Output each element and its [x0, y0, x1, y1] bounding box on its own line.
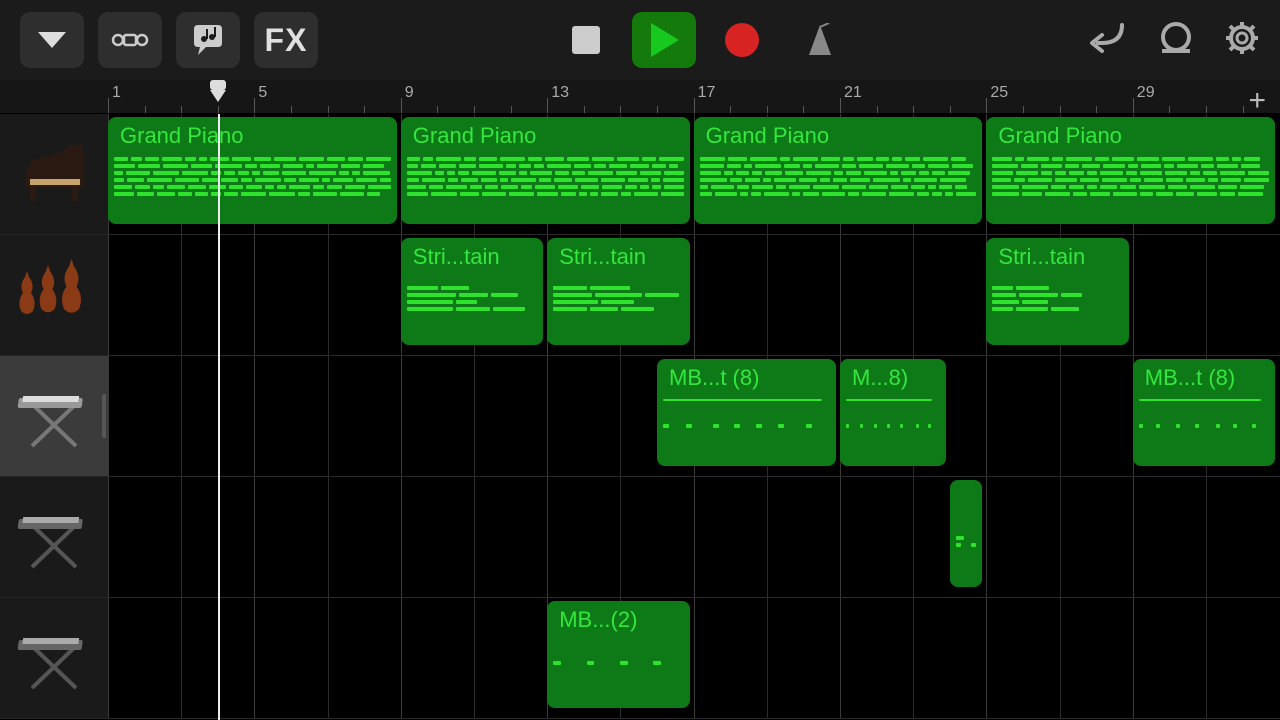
undo-button[interactable]	[1088, 23, 1128, 58]
track-header-keyboard-dark[interactable]	[0, 598, 108, 719]
midi-notes-preview	[992, 157, 1269, 218]
region-label: Grand Piano	[998, 123, 1122, 149]
region-label: MB...t (8)	[1145, 365, 1235, 391]
gear-icon	[1224, 20, 1260, 56]
midi-notes-preview	[663, 399, 830, 460]
midi-notes-preview	[992, 278, 1122, 339]
track-lane[interactable]: MB...t (8) M...8) MB...t (8)	[108, 356, 1280, 477]
loop-button[interactable]	[1158, 21, 1194, 60]
view-icon	[110, 28, 150, 52]
midi-region[interactable]: MB...t (8)	[1133, 359, 1275, 466]
loop-browser-button[interactable]	[176, 12, 240, 68]
tracks-menu-button[interactable]	[20, 12, 84, 68]
metronome-icon	[805, 23, 835, 57]
settings-button[interactable]	[1224, 20, 1260, 61]
undo-icon	[1088, 23, 1128, 53]
midi-notes-preview	[1139, 399, 1269, 460]
record-icon	[725, 23, 759, 57]
add-section-button[interactable]: +	[1248, 84, 1266, 118]
playhead-marker[interactable]	[218, 80, 231, 107]
region-label: Stri...tain	[998, 244, 1085, 270]
midi-region[interactable]: Grand Piano	[694, 117, 983, 224]
midi-notes-preview	[407, 157, 684, 218]
midi-region[interactable]: MB...(2)	[547, 601, 689, 708]
region-label: MB...(2)	[559, 607, 637, 633]
midi-region[interactable]: Grand Piano	[986, 117, 1275, 224]
midi-region[interactable]	[950, 480, 983, 587]
track-lane[interactable]	[108, 477, 1280, 598]
track-lane[interactable]: Stri...tain Stri...tain Stri...tain	[108, 235, 1280, 356]
region-label: Grand Piano	[413, 123, 537, 149]
midi-region[interactable]: Stri...tain	[986, 238, 1128, 345]
track-lane[interactable]: Grand Piano Grand Piano Grand Piano Grand P…	[108, 114, 1280, 235]
workspace: Grand Piano Grand Piano Grand Piano Grand P…	[0, 114, 1280, 720]
timeline-ruler[interactable]: 1591317212529 +	[0, 80, 1280, 114]
speech-music-icon	[190, 25, 226, 55]
midi-region[interactable]: Stri...tain	[547, 238, 689, 345]
region-label: Stri...tain	[559, 244, 646, 270]
midi-region[interactable]: M...8)	[840, 359, 946, 466]
stop-button[interactable]	[554, 12, 618, 68]
midi-region[interactable]: MB...t (8)	[657, 359, 836, 466]
play-icon	[649, 23, 679, 57]
track-lanes[interactable]: Grand Piano Grand Piano Grand Piano Grand P…	[108, 114, 1280, 720]
region-label: Grand Piano	[706, 123, 830, 149]
play-button[interactable]	[632, 12, 696, 68]
playhead-line[interactable]	[218, 114, 220, 720]
track-header-keyboard-dark[interactable]	[0, 477, 108, 598]
region-label: MB...t (8)	[669, 365, 759, 391]
region-label: Stri...tain	[413, 244, 500, 270]
track-headers	[0, 114, 108, 720]
loop-icon	[1158, 21, 1194, 55]
chevron-down-icon	[35, 30, 69, 50]
toolbar: FX	[0, 0, 1280, 80]
track-header-grand-piano[interactable]	[0, 114, 108, 235]
midi-notes-preview	[114, 157, 391, 218]
region-label: Grand Piano	[120, 123, 244, 149]
midi-notes-preview	[407, 278, 537, 339]
track-header-keyboard[interactable]	[0, 356, 108, 477]
midi-notes-preview	[553, 641, 683, 702]
midi-region[interactable]: Grand Piano	[108, 117, 397, 224]
fx-button[interactable]: FX	[254, 12, 318, 68]
view-toggle-button[interactable]	[98, 12, 162, 68]
region-label: M...8)	[852, 365, 908, 391]
track-resize-handle[interactable]	[102, 394, 106, 438]
midi-region[interactable]: Grand Piano	[401, 117, 690, 224]
midi-notes-preview	[846, 399, 940, 460]
metronome-button[interactable]	[788, 12, 852, 68]
midi-notes-preview	[956, 520, 977, 581]
midi-notes-preview	[553, 278, 683, 339]
record-button[interactable]	[710, 12, 774, 68]
fx-label: FX	[265, 22, 308, 59]
track-header-strings[interactable]	[0, 235, 108, 356]
midi-notes-preview	[700, 157, 977, 218]
track-lane[interactable]: MB...(2)	[108, 598, 1280, 719]
midi-region[interactable]: Stri...tain	[401, 238, 543, 345]
stop-icon	[572, 26, 600, 54]
